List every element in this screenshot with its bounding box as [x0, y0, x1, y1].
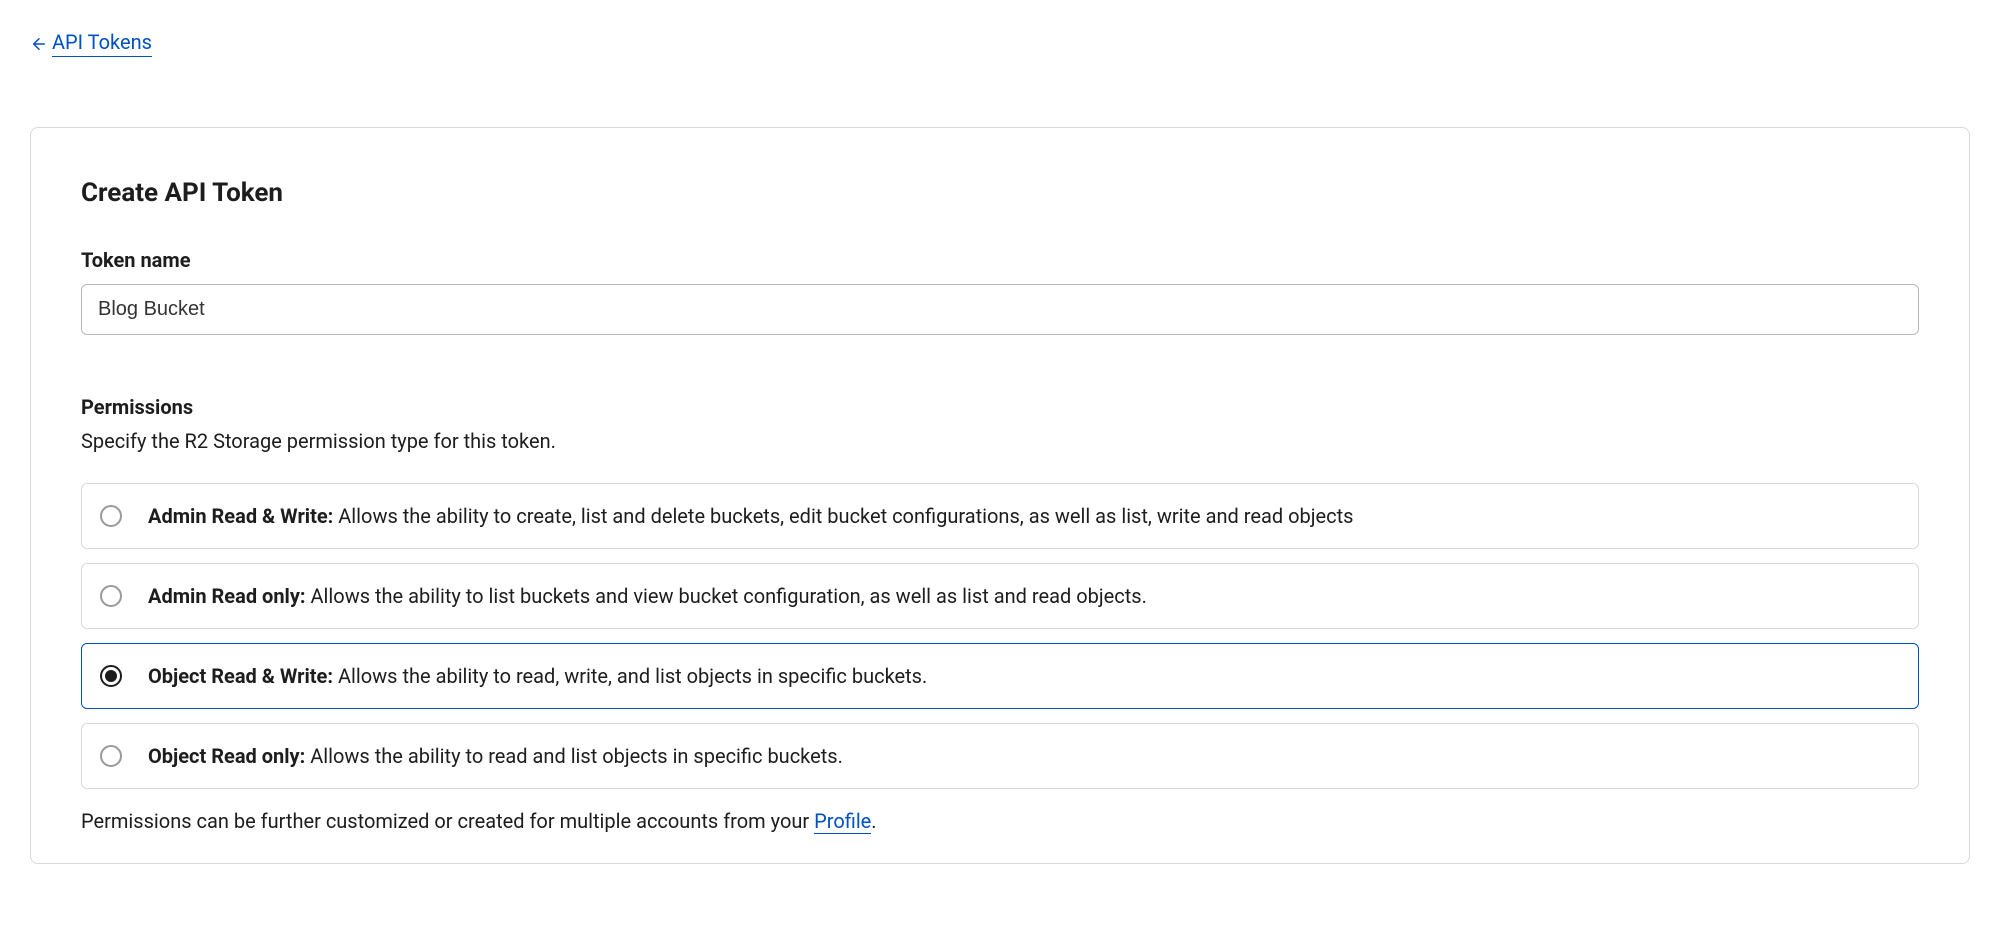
permission-option-label: Admin Read only: Allows the ability to l…: [148, 584, 1147, 608]
permission-option-2[interactable]: Object Read & Write: Allows the ability …: [81, 643, 1919, 709]
permission-option-label: Admin Read & Write: Allows the ability t…: [148, 504, 1353, 528]
page-title: Create API Token: [81, 178, 1919, 208]
permission-option-label: Object Read & Write: Allows the ability …: [148, 664, 927, 688]
permissions-footer: Permissions can be further customized or…: [81, 809, 1919, 833]
radio-icon: [100, 505, 122, 527]
permissions-title: Permissions: [81, 395, 1919, 419]
permissions-section: Permissions Specify the R2 Storage permi…: [81, 395, 1919, 833]
arrow-left-icon: [30, 35, 48, 53]
permissions-footer-prefix: Permissions can be further customized or…: [81, 809, 814, 833]
token-name-label: Token name: [81, 248, 1919, 272]
radio-icon: [100, 745, 122, 767]
permission-option-1[interactable]: Admin Read only: Allows the ability to l…: [81, 563, 1919, 629]
permissions-footer-suffix: .: [871, 809, 876, 833]
radio-icon: [100, 665, 122, 687]
permission-option-3[interactable]: Object Read only: Allows the ability to …: [81, 723, 1919, 789]
create-token-card: Create API Token Token name Permissions …: [30, 127, 1970, 864]
permission-option-label: Object Read only: Allows the ability to …: [148, 744, 843, 768]
back-link-label: API Tokens: [52, 30, 152, 57]
profile-link[interactable]: Profile: [814, 809, 871, 834]
permissions-description: Specify the R2 Storage permission type f…: [81, 429, 1919, 453]
radio-icon: [100, 585, 122, 607]
back-link[interactable]: API Tokens: [30, 30, 152, 57]
permission-option-0[interactable]: Admin Read & Write: Allows the ability t…: [81, 483, 1919, 549]
token-name-input[interactable]: [81, 284, 1919, 335]
